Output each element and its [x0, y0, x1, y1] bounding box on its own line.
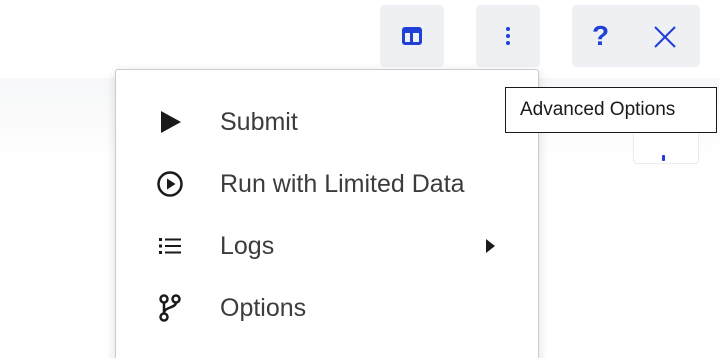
tooltip-advanced-options: Advanced Options — [505, 87, 717, 133]
menu-item-label: Logs — [220, 232, 275, 260]
menu-item-run-limited[interactable]: Run with Limited Data — [116, 153, 538, 215]
advanced-options-menu: Submit Run with Limited Data Logs Option… — [115, 69, 539, 358]
menu-item-label: Options — [220, 294, 307, 322]
play-icon — [154, 106, 186, 138]
help-icon[interactable]: ? — [592, 19, 609, 53]
branch-icon — [154, 292, 186, 324]
background-card-mark — [662, 155, 665, 161]
play-circle-icon — [154, 168, 186, 200]
page: ? Submit Run with Limited Data Logs Opti… — [0, 0, 719, 358]
list-icon — [154, 230, 186, 262]
more-vertical-icon — [506, 27, 510, 45]
menu-item-label: Submit — [220, 108, 298, 136]
advanced-options-button[interactable] — [476, 5, 540, 67]
menu-item-options[interactable]: Options — [116, 277, 538, 339]
toolbar-button-group: ? — [572, 5, 700, 67]
submenu-arrow-icon — [486, 239, 495, 253]
menu-item-logs[interactable]: Logs — [116, 215, 538, 277]
menu-item-label: Run with Limited Data — [220, 170, 465, 198]
toggle-panels-button[interactable] — [380, 5, 444, 67]
panels-icon — [402, 27, 422, 45]
close-icon[interactable] — [652, 24, 678, 50]
menu-item-submit[interactable]: Submit — [116, 91, 538, 153]
